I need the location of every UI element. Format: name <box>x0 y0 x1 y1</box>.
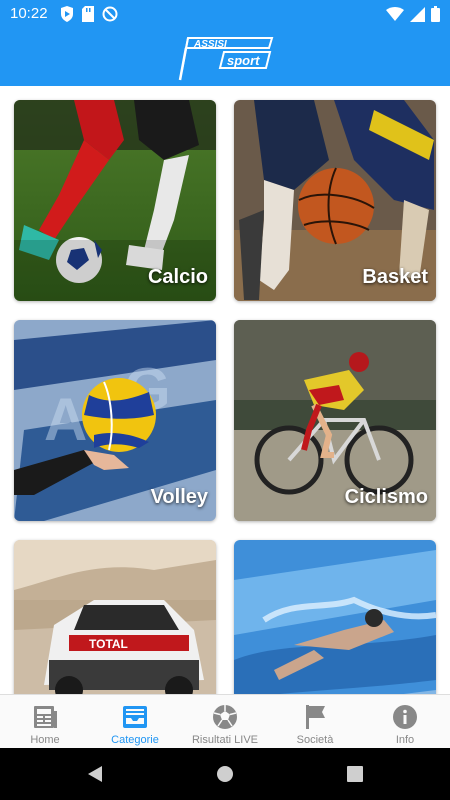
news-icon <box>30 703 60 731</box>
recents-icon[interactable] <box>346 764 364 789</box>
system-nav-bar <box>0 748 450 800</box>
rally-car-image: TOTAL <box>14 540 216 694</box>
bottom-nav: Home Categorie Risultati LIVE Società In… <box>0 694 450 748</box>
blocked-icon <box>102 6 118 27</box>
nav-label: Categorie <box>111 734 159 746</box>
category-grid: Calcio Basket A G Volley Ciclismo TOTAL <box>0 86 450 694</box>
category-tile-calcio[interactable]: Calcio <box>14 100 216 301</box>
logo-text-top: ASSISI <box>193 39 227 50</box>
wifi-icon <box>386 7 404 26</box>
category-label: Basket <box>362 266 428 288</box>
category-tile-swimming[interactable] <box>234 540 436 694</box>
logo-text-bottom: sport <box>227 53 260 68</box>
category-tile-volley[interactable]: A G Volley <box>14 320 216 521</box>
play-protect-icon <box>60 6 74 27</box>
info-icon <box>390 703 420 731</box>
nav-label: Società <box>296 734 334 746</box>
soccer-ball-icon <box>210 703 240 731</box>
nav-societa[interactable]: Società <box>270 695 360 748</box>
swimming-image <box>234 540 436 694</box>
nav-label: Risultati LIVE <box>191 734 259 746</box>
home-circle-icon[interactable] <box>216 764 234 789</box>
nav-info[interactable]: Info <box>360 695 450 748</box>
nav-label: Info <box>395 734 415 746</box>
category-tile-rally[interactable]: TOTAL <box>14 540 216 694</box>
nav-risultati-live[interactable]: Risultati LIVE <box>180 695 270 748</box>
back-icon[interactable] <box>86 764 104 789</box>
category-tile-ciclismo[interactable]: Ciclismo <box>234 320 436 521</box>
app-header: ASSISI sport <box>0 28 450 86</box>
category-tile-basket[interactable]: Basket <box>234 100 436 301</box>
category-label: Calcio <box>147 266 208 288</box>
svg-text:A: A <box>44 386 87 453</box>
battery-icon <box>431 6 440 27</box>
signal-icon <box>410 6 425 27</box>
sd-card-icon <box>82 6 94 27</box>
svg-text:TOTAL: TOTAL <box>89 637 128 651</box>
nav-categorie[interactable]: Categorie <box>90 695 180 748</box>
flag-icon <box>300 703 330 731</box>
category-label: Volley <box>150 486 208 508</box>
assisi-sport-logo[interactable]: ASSISI sport <box>178 30 274 82</box>
status-time: 10:22 <box>10 5 48 22</box>
category-label: Ciclismo <box>344 486 428 508</box>
inbox-tray-icon <box>120 703 150 731</box>
status-bar: 10:22 <box>0 0 450 28</box>
nav-label: Home <box>30 734 60 746</box>
nav-home[interactable]: Home <box>0 695 90 748</box>
